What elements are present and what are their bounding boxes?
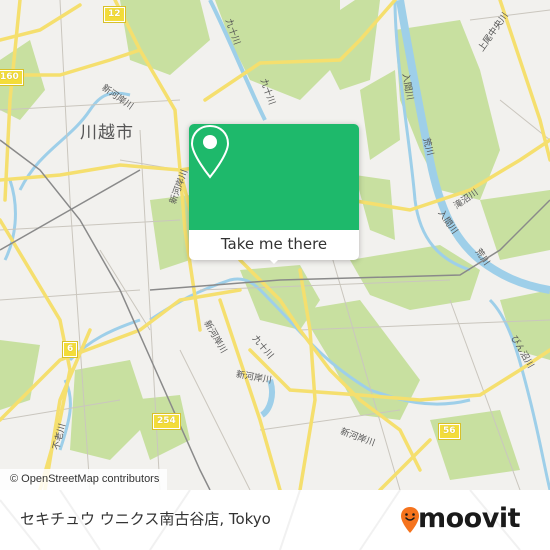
map-pin-icon bbox=[190, 124, 230, 179]
map-attribution[interactable]: © OpenStreetMap contributors bbox=[0, 469, 168, 490]
moovit-smiley-pin-icon bbox=[401, 507, 419, 533]
place-name: セキチュウ ウニクス南古谷店, Tokyo bbox=[20, 510, 271, 528]
moovit-logo[interactable]: moovit bbox=[400, 502, 535, 536]
map-view[interactable]: 川越市 12 160 6 254 56 新河岸川 九十川 九十川 入間川 荒川 … bbox=[0, 0, 550, 490]
popup-pointer bbox=[264, 254, 284, 264]
city-label: 川越市 bbox=[80, 123, 134, 143]
route-shield-56: 56 bbox=[438, 423, 461, 440]
moovit-wordmark: moovit bbox=[418, 503, 521, 534]
route-shield-12: 12 bbox=[103, 6, 126, 23]
route-shield-254: 254 bbox=[152, 413, 181, 430]
route-shield-160: 160 bbox=[0, 69, 24, 86]
popup-header[interactable] bbox=[189, 124, 359, 230]
route-shield-6: 6 bbox=[61, 341, 79, 358]
footer: セキチュウ ウニクス南古谷店, Tokyo moovit bbox=[0, 490, 550, 550]
destination-popup[interactable]: Take me there bbox=[189, 124, 359, 264]
